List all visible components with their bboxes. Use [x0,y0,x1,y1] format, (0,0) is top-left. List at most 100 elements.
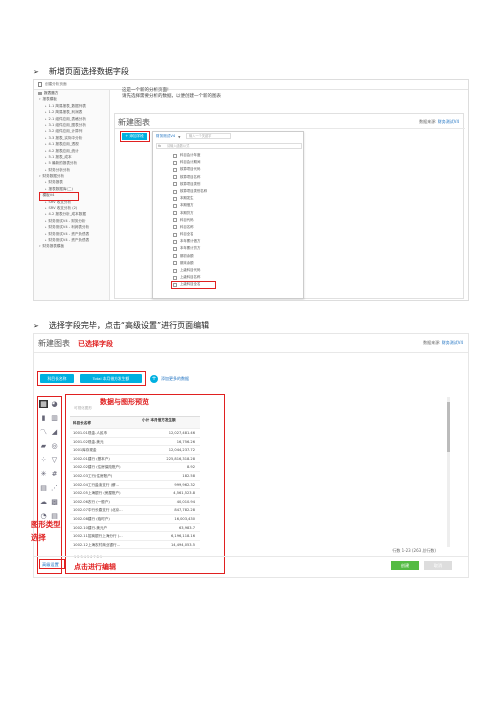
column-icon[interactable]: ▥ [50,414,59,422]
cell-account: 1002.01建行 (基本户) [73,456,110,461]
table-row[interactable]: 1002.01建行 (基本户) 225,816,318.28 [70,455,200,464]
field-option[interactable]: 核算项目类别 [173,181,207,188]
cloud-icon[interactable]: ☁ [39,498,48,506]
dataset-link[interactable]: 财务测试V4 [438,119,459,124]
table-icon[interactable]: ▦ [39,400,48,408]
table-row[interactable]: 1001.01现金-人民币 12,027,481.46 [70,429,200,438]
cell-debit: 14,494,053.5 [170,542,195,547]
grid-icon[interactable]: ▤ [39,484,48,492]
folder-icon [38,91,42,95]
field-option[interactable]: 本期借方 [173,202,207,209]
donut-icon[interactable]: ◎ [50,442,59,450]
checkbox-icon[interactable] [173,232,177,237]
field-option[interactable]: 核算项目类别名称 [173,188,207,195]
scrollbar-thumb[interactable] [447,402,450,452]
column-header-account[interactable]: 科目长名称 [70,417,142,428]
cell-debit: 847,782.28 [174,508,195,513]
highlight-add-field [120,131,150,142]
scrollbar-track[interactable] [447,397,450,547]
area-icon[interactable]: ◢ [50,428,59,436]
checkbox-icon[interactable] [173,225,177,230]
field-option[interactable]: 本年累计贷方 [173,245,207,252]
scatter-icon[interactable]: ⋰ [50,484,59,492]
treemap-icon[interactable]: ▩ [50,498,59,506]
sidebar-section[interactable]: ▾ 财务报表模板 [34,243,109,249]
label-chart-type: 图形类型 选择 [31,520,61,542]
dataset-link[interactable]: 财务测试V4 [442,340,463,345]
checkbox-icon[interactable] [173,254,177,259]
table-row[interactable]: 1002.02建行 (住房保险账户) 8.92 [70,463,200,472]
step1-bullet-text: 新增页面选择数据字段 [48,67,129,76]
table-row[interactable]: 1001.02现金-美元 16,756.26 [70,438,200,447]
number-icon[interactable]: # [50,470,59,478]
table-row[interactable]: 1002.05上海银行 (房屋账户) 4,561,523.8 [70,489,200,498]
table-row[interactable]: 1002.06农行 (一般户) 40,010.94 [70,498,200,507]
cell-debit: 182.58 [182,473,195,478]
highlight-sidebar-item [39,192,79,201]
bar-icon[interactable]: ▮ [39,414,48,422]
field-option[interactable]: 期末余额 [173,260,207,267]
field-option[interactable]: 科目会计年度 [173,152,207,159]
column-header-debit[interactable]: 小计 本月借方发生额 [142,417,198,428]
map-icon[interactable]: ▰ [39,442,48,450]
cancel-button[interactable]: 取消 [424,561,452,570]
field-option[interactable]: 本期贷方 [173,210,207,217]
field-option[interactable]: 科目会计期间 [173,159,207,166]
datasource-select[interactable]: 财务测试V4 [156,134,175,139]
field-option[interactable]: 上级科目代码 [173,267,207,274]
checkbox-icon[interactable] [173,167,177,172]
bubble-icon[interactable]: ⁘ [39,456,48,464]
field-option[interactable]: 本期发生 [173,195,207,202]
search-input[interactable]: 输入一个关键字 [186,133,231,139]
field-option[interactable]: 核算项目名称 [173,174,207,181]
checkbox-icon[interactable] [173,182,177,187]
table-row[interactable]: 1002.03工行(住房账户) 182.58 [70,472,200,481]
table-row[interactable]: 1002.08建行 (临时户) 16,003,430 [70,515,200,524]
create-button[interactable]: 创建 [391,561,419,570]
cell-account: 1001.02现金-美元 [73,439,104,444]
table-row[interactable]: 1001库存现金 12,044,237.72 [70,446,200,455]
table-row[interactable]: 1002.11招商银行上海分行 (... 6,196,118.16 [70,532,200,541]
highlight-advanced [39,559,65,569]
checkbox-icon[interactable] [173,175,177,180]
checkbox-icon[interactable] [173,196,177,201]
table-row[interactable]: 1002.10建行-美元户 63,983.7 [70,524,200,533]
field-option[interactable]: 核算项目代码 [173,166,207,173]
checkbox-icon[interactable] [173,153,177,158]
cell-account: 1002.08建行 (临时户) [73,516,110,521]
table-row[interactable]: 1002.12上海农村商业银行... 14,494,053.5 [70,541,200,550]
arrow-bullet-icon: ➢ [33,67,39,76]
field-option-label: 本期借方 [180,203,194,208]
checkbox-icon[interactable] [173,189,177,194]
field-option[interactable]: 科目代码 [173,217,207,224]
field-option-label: 上级科目代码 [180,268,201,272]
highlight-selected-field [171,281,216,289]
checkbox-icon[interactable] [173,203,177,208]
add-more-data-link[interactable]: 添加更多的数据 [161,376,189,382]
pie-icon[interactable]: ◕ [50,400,59,408]
checkbox-icon[interactable] [173,239,177,244]
field-option[interactable]: 本年累计借方 [173,238,207,245]
line-icon[interactable]: 〽 [39,428,48,436]
checkbox-icon[interactable] [173,160,177,165]
funnel-icon[interactable]: ▽ [50,456,59,464]
fx-icon: fx [158,144,162,148]
checkbox-icon[interactable] [173,261,177,266]
field-option[interactable]: 期初余额 [173,253,207,260]
checkbox-icon[interactable] [173,211,177,216]
page-icon [38,82,42,87]
formula-input[interactable]: fx 请输入函数公式 [156,143,302,149]
field-option[interactable]: 科目全名 [173,231,207,238]
checkbox-icon[interactable] [173,268,177,273]
table-row[interactable]: 1002.07中行长春支行 (北京... 847,782.28 [70,506,200,515]
cell-account: 1002.05上海银行 (房屋账户) [73,491,121,496]
step1-bullet: ➢ 新增页面选择数据字段 [33,66,129,77]
new-chart-title: 新建图表 [38,339,70,348]
field-option[interactable]: 科目名称 [173,224,207,231]
table-row[interactable]: 1002.04工行盐渎支行 (薪... 999,962.32 [70,481,200,490]
checkbox-icon[interactable] [173,247,177,252]
add-field-button[interactable]: + [150,375,158,383]
network-icon[interactable]: ✳ [39,470,48,478]
checkbox-icon[interactable] [173,218,177,223]
checkbox-icon[interactable] [173,275,177,280]
